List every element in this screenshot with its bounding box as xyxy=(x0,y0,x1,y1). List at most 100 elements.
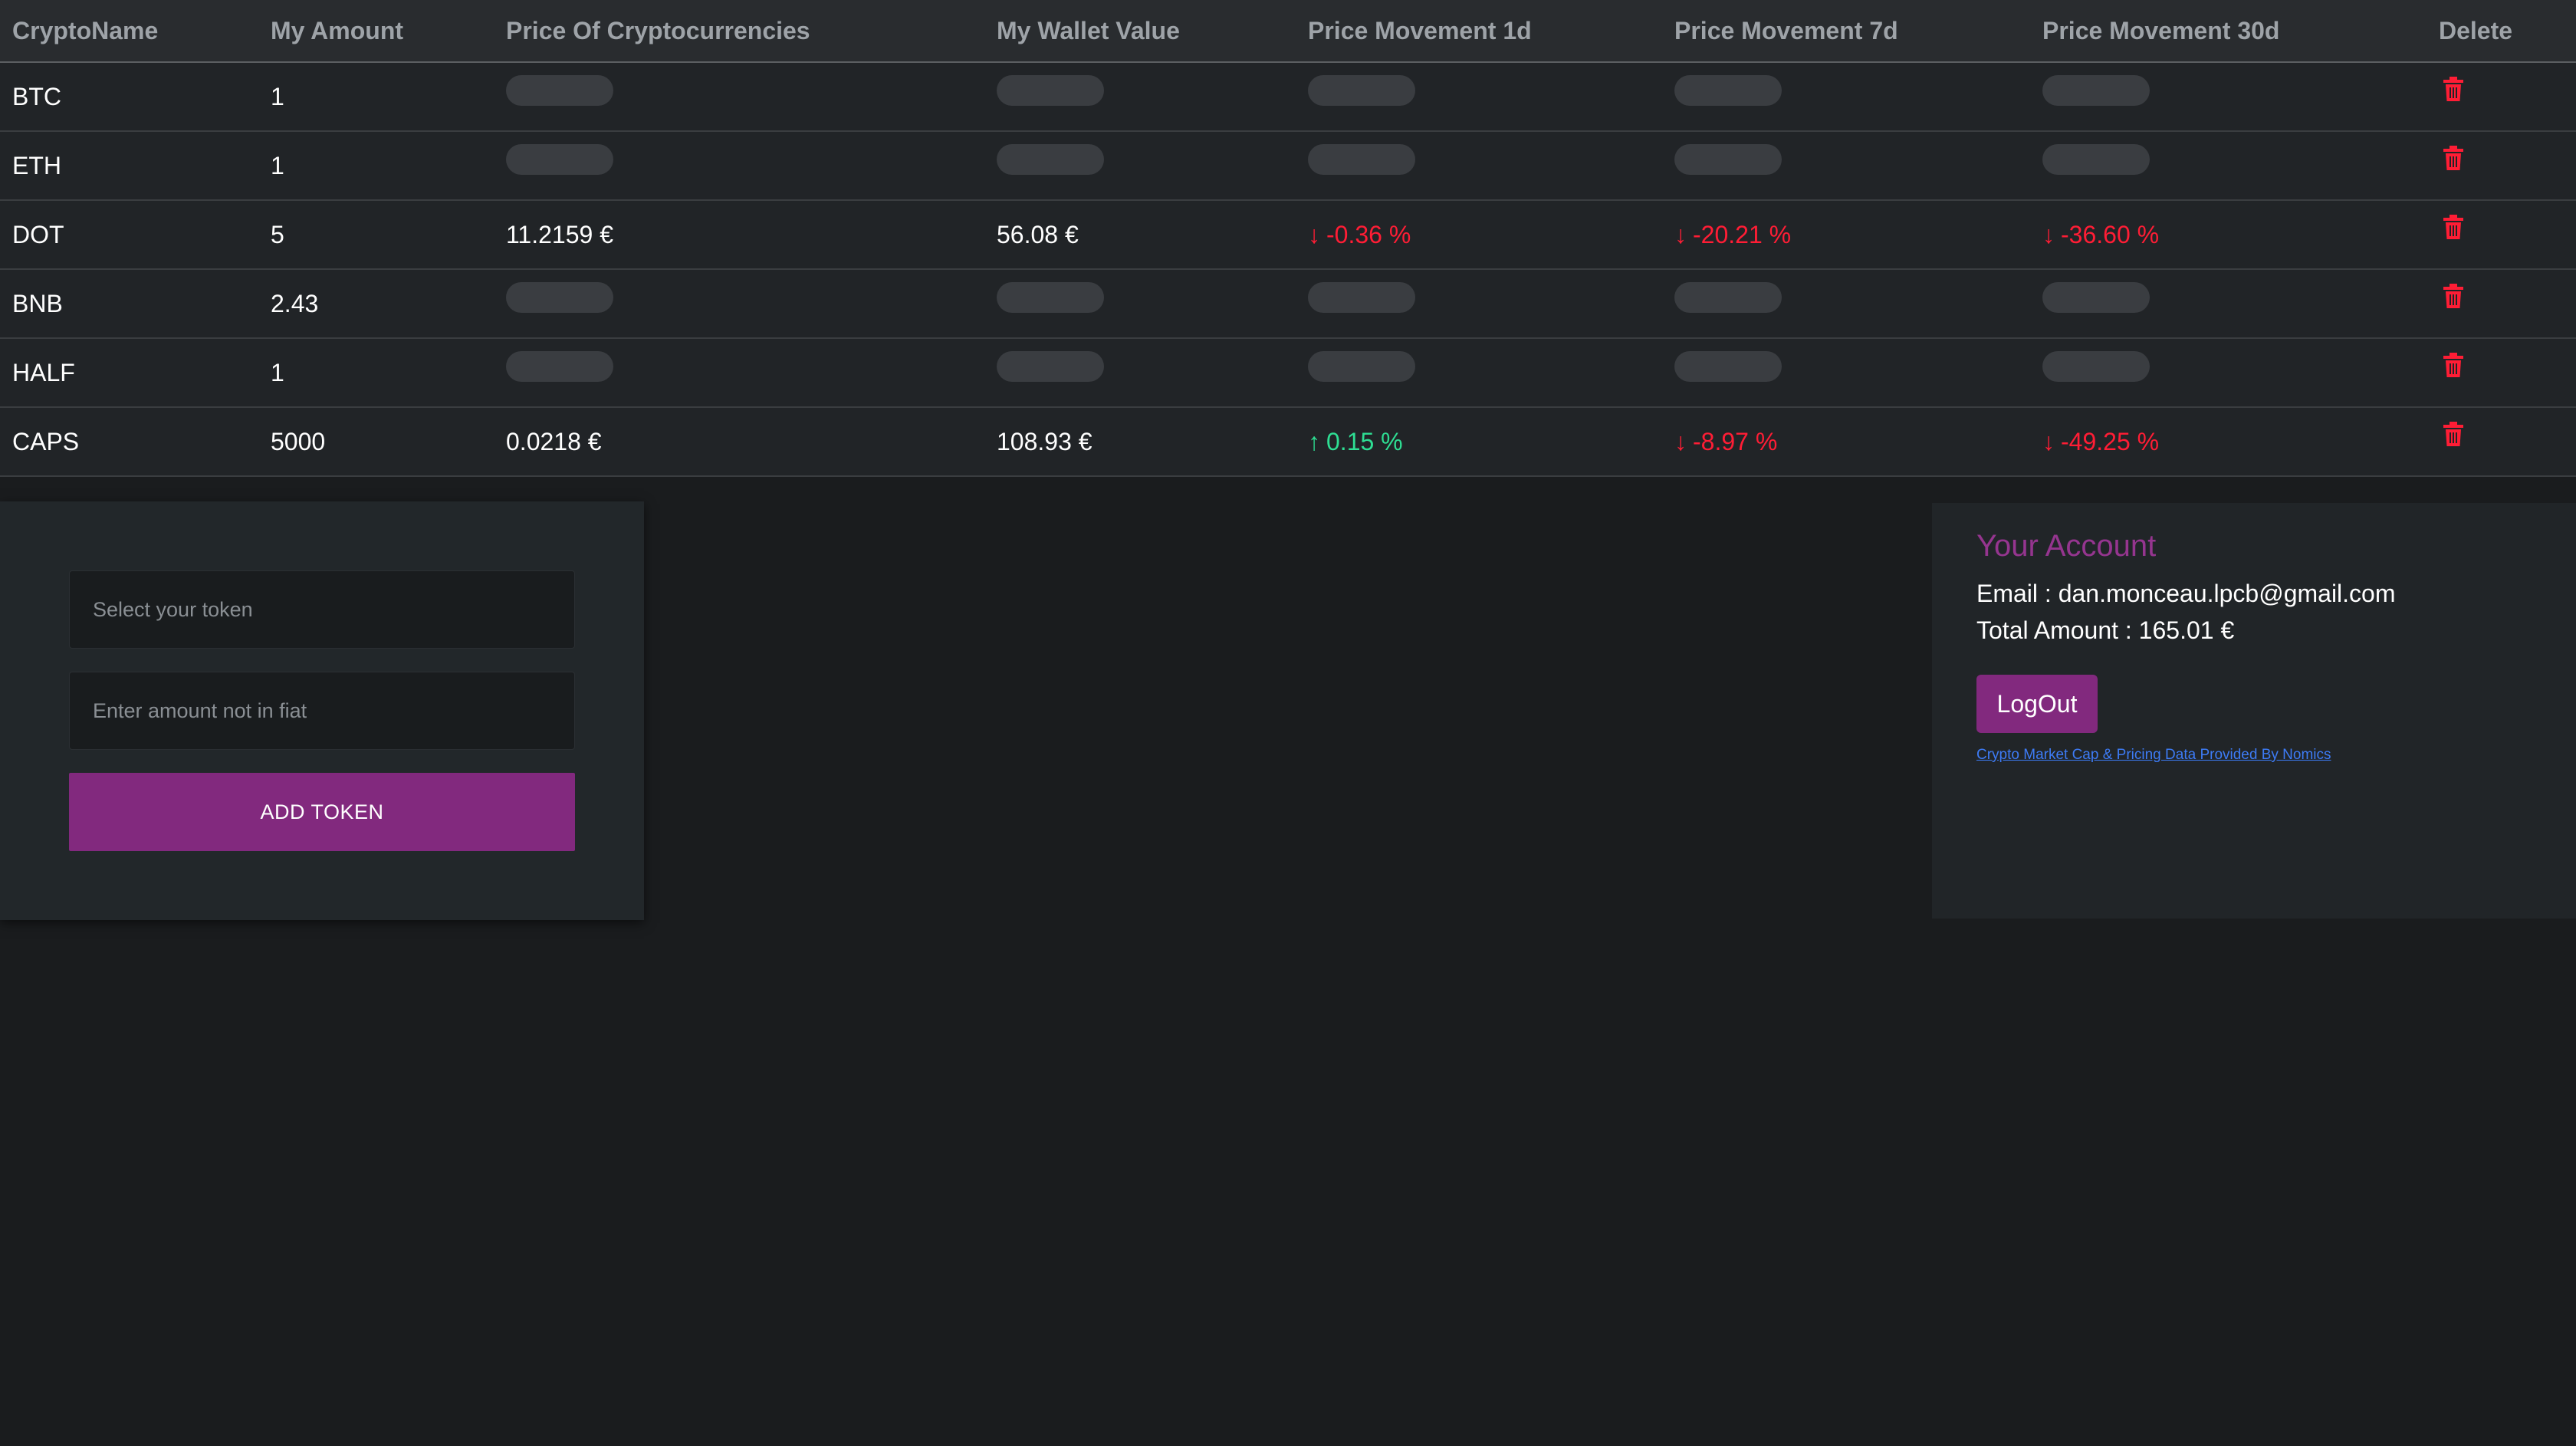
movement-7d-cell: ↓ -20.21 % xyxy=(1662,200,2030,269)
logout-button[interactable]: LogOut xyxy=(1976,675,2098,733)
movement-percent: -0.36 % xyxy=(1326,220,1411,248)
account-email: Email : dan.monceau.lpcb@gmail.com xyxy=(1976,580,2396,607)
price-cell xyxy=(494,131,984,200)
header-row: CryptoName My Amount Price Of Cryptocurr… xyxy=(0,0,2576,62)
account-total-amount: Total Amount : 165.01 € xyxy=(1976,616,2235,644)
table-header: CryptoName My Amount Price Of Cryptocurr… xyxy=(0,0,2576,62)
loading-skeleton xyxy=(506,351,613,383)
table-row: BNB 2.43 xyxy=(0,269,2576,338)
loading-skeleton xyxy=(2042,351,2150,383)
movement-percent: -49.25 % xyxy=(2061,427,2160,455)
loading-skeleton xyxy=(997,144,1104,176)
loading-skeleton xyxy=(997,282,1104,314)
add-token-panel: ADD TOKEN xyxy=(0,501,644,920)
movement-7d-cell xyxy=(1662,338,2030,407)
portfolio-table: CryptoName My Amount Price Of Cryptocurr… xyxy=(0,0,2576,477)
amount-cell: 2.43 xyxy=(271,289,319,317)
movement-percent: 0.15 % xyxy=(1326,427,1403,455)
movement-1d-cell xyxy=(1296,131,1662,200)
crypto-name-cell: ETH xyxy=(12,151,61,179)
loading-skeleton xyxy=(997,75,1104,107)
wallet-value-cell xyxy=(984,338,1296,407)
loading-skeleton xyxy=(506,75,613,107)
movement-30d-cell xyxy=(2030,62,2426,131)
loading-skeleton xyxy=(997,351,1104,383)
nomics-credit-link[interactable]: Crypto Market Cap & Pricing Data Provide… xyxy=(1976,747,2331,764)
wallet-value-cell xyxy=(984,269,1296,338)
loading-skeleton xyxy=(1308,75,1415,107)
header-movement-1d[interactable]: Price Movement 1d xyxy=(1296,0,1662,62)
token-select-input[interactable] xyxy=(69,570,575,649)
movement-7d-cell xyxy=(1662,269,2030,338)
table-body: BTC 1 ETH 1 DOT 5 11.2159 €56.08 € ↓ -0.36 % ↓ -20… xyxy=(0,62,2576,476)
loading-skeleton xyxy=(506,282,613,314)
movement-value: ↓ -0.36 % xyxy=(1308,221,1411,248)
header-wallet-value[interactable]: My Wallet Value xyxy=(984,0,1296,62)
movement-30d-cell xyxy=(2030,338,2426,407)
amount-cell: 5000 xyxy=(271,427,326,455)
arrow-down-icon: ↓ xyxy=(1308,220,1320,248)
movement-value: ↓ -49.25 % xyxy=(2042,428,2159,455)
trash-icon[interactable] xyxy=(2443,353,2463,377)
arrow-down-icon: ↓ xyxy=(1674,427,1687,455)
movement-7d-cell: ↓ -8.97 % xyxy=(1662,407,2030,476)
crypto-name-cell: BTC xyxy=(12,82,61,110)
amount-cell: 1 xyxy=(271,358,284,386)
movement-7d-cell xyxy=(1662,62,2030,131)
trash-icon[interactable] xyxy=(2443,77,2463,101)
movement-percent: -36.60 % xyxy=(2061,220,2160,248)
add-token-button[interactable]: ADD TOKEN xyxy=(69,773,575,851)
amount-input[interactable] xyxy=(69,672,575,750)
movement-1d-cell xyxy=(1296,62,1662,131)
movement-value: ↓ -36.60 % xyxy=(2042,221,2159,248)
loading-skeleton xyxy=(1674,351,1782,383)
movement-value: ↑ 0.15 % xyxy=(1308,428,1403,455)
account-title: Your Account xyxy=(1976,529,2157,563)
arrow-down-icon: ↓ xyxy=(1674,220,1687,248)
header-movement-7d[interactable]: Price Movement 7d xyxy=(1662,0,2030,62)
header-delete: Delete xyxy=(2439,16,2513,44)
loading-skeleton xyxy=(1308,144,1415,176)
table-row: ETH 1 xyxy=(0,131,2576,200)
header-price[interactable]: Price Of Cryptocurrencies xyxy=(494,0,984,62)
loading-skeleton xyxy=(1308,351,1415,383)
header-movement-30d[interactable]: Price Movement 30d xyxy=(2030,0,2426,62)
loading-skeleton xyxy=(2042,75,2150,107)
trash-icon[interactable] xyxy=(2443,215,2463,239)
trash-icon[interactable] xyxy=(2443,146,2463,170)
movement-30d-cell: ↓ -49.25 % xyxy=(2030,407,2426,476)
account-panel: Your Account Email : dan.monceau.lpcb@gm… xyxy=(1932,503,2576,919)
movement-30d-cell xyxy=(2030,131,2426,200)
loading-skeleton xyxy=(2042,282,2150,314)
price-cell xyxy=(494,62,984,131)
loading-skeleton xyxy=(1308,282,1415,314)
trash-icon[interactable] xyxy=(2443,284,2463,308)
wallet-value-cell xyxy=(984,131,1296,200)
amount-cell: 5 xyxy=(271,220,284,248)
delete-cell xyxy=(2426,200,2576,269)
wallet-value-cell: 56.08 € xyxy=(997,220,1079,248)
table-row: DOT 5 11.2159 €56.08 € ↓ -0.36 % ↓ -20.21 % ↓ -3… xyxy=(0,200,2576,269)
table-row: HALF 1 xyxy=(0,338,2576,407)
price-cell: 0.0218 € xyxy=(506,427,602,455)
delete-cell xyxy=(2426,62,2576,131)
header-my-amount[interactable]: My Amount xyxy=(258,0,494,62)
delete-cell xyxy=(2426,338,2576,407)
delete-cell xyxy=(2426,269,2576,338)
price-cell: 11.2159 € xyxy=(506,220,613,248)
crypto-name-cell: HALF xyxy=(12,358,75,386)
wallet-value-cell: 108.93 € xyxy=(997,427,1092,455)
loading-skeleton xyxy=(2042,144,2150,176)
crypto-name-cell: BNB xyxy=(12,289,63,317)
movement-30d-cell: ↓ -36.60 % xyxy=(2030,200,2426,269)
trash-icon[interactable] xyxy=(2443,422,2463,446)
movement-1d-cell xyxy=(1296,338,1662,407)
movement-percent: -8.97 % xyxy=(1693,427,1778,455)
wallet-value-cell xyxy=(984,62,1296,131)
movement-percent: -20.21 % xyxy=(1693,220,1792,248)
header-crypto-name[interactable]: CryptoName xyxy=(0,0,258,62)
arrow-down-icon: ↓ xyxy=(2042,220,2055,248)
crypto-name-cell: CAPS xyxy=(12,427,80,455)
amount-cell: 1 xyxy=(271,82,284,110)
arrow-down-icon: ↓ xyxy=(2042,427,2055,455)
